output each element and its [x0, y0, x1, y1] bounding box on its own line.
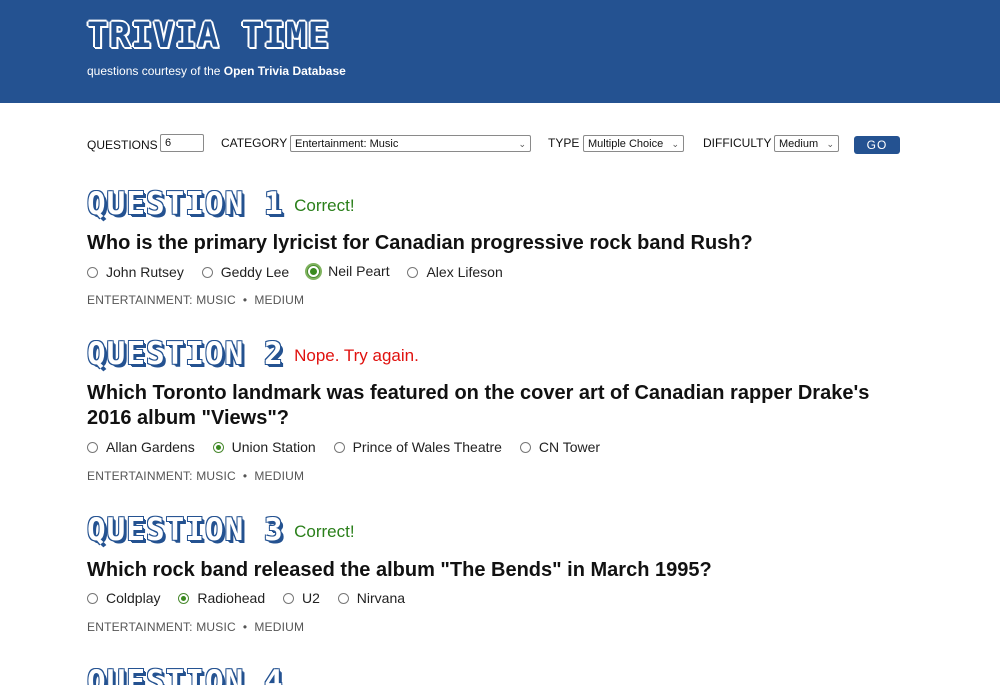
radio-button[interactable] [333, 441, 345, 453]
answer-label: Geddy Lee [220, 264, 290, 280]
answer-option[interactable]: U2 [283, 590, 320, 606]
difficulty-select-value: Medium [779, 138, 819, 150]
radio-button[interactable] [87, 266, 98, 278]
answer-label: John Rutsey [106, 264, 184, 280]
questions-count-value: 6 [165, 137, 172, 149]
filter-bar: QUESTIONS 6 CATEGORY Entertainment: Musi… [87, 134, 907, 158]
answer-label: U2 [302, 590, 320, 606]
answer-option[interactable]: Allan Gardens [87, 439, 195, 455]
answer-label: Alex Lifeson [426, 264, 503, 280]
chevron-down-icon: ⌄ [826, 139, 834, 149]
answer-option[interactable]: Radiohead [178, 590, 265, 606]
answer-label: Prince of Wales Theatre [352, 439, 502, 455]
question-header: QUESTION 3 Correct! [87, 512, 355, 550]
go-button[interactable]: GO [854, 136, 900, 154]
question-title: QUESTION 2 [87, 336, 284, 372]
type-label: TYPE [548, 136, 580, 150]
result-message: Correct! [294, 522, 355, 541]
chevron-down-icon: ⌄ [671, 139, 679, 149]
difficulty-tag: MEDIUM [254, 469, 305, 483]
radio-button[interactable] [87, 441, 98, 453]
radio-button-selected[interactable] [212, 441, 224, 453]
type-select[interactable]: Multiple Choice ⌄ [583, 135, 684, 152]
question-title: QUESTION 4 [87, 664, 284, 685]
answer-option[interactable]: Neil Peart [307, 263, 390, 279]
category-select[interactable]: Entertainment: Music ⌄ [290, 135, 531, 152]
answer-label: Neil Peart [328, 263, 390, 279]
type-select-value: Multiple Choice [588, 138, 664, 150]
tagline: questions courtesy of the Open Trivia Da… [87, 64, 346, 78]
category-tag: ENTERTAINMENT: MUSIC [87, 620, 236, 634]
answer-options: Allan Gardens Union Station Prince of Wa… [87, 439, 614, 459]
question-text: Who is the primary lyricist for Canadian… [87, 232, 753, 254]
answer-label: Union Station [231, 439, 316, 455]
answer-options: John Rutsey Geddy Lee Neil Peart Alex Li… [87, 263, 517, 283]
radio-button[interactable] [407, 266, 419, 278]
question-header: QUESTION 2 Nope. Try again. [87, 336, 419, 374]
category-tag: ENTERTAINMENT: MUSIC [87, 469, 236, 483]
answer-label: CN Tower [538, 439, 601, 455]
answer-option[interactable]: CN Tower [519, 439, 601, 455]
difficulty-tag: MEDIUM [254, 620, 305, 634]
question-header: QUESTION 1 Correct! [87, 186, 355, 224]
category-select-value: Entertainment: Music [295, 138, 399, 150]
answer-option[interactable]: John Rutsey [87, 264, 184, 280]
open-trivia-db-link[interactable]: Open Trivia Database [224, 64, 346, 78]
answer-option[interactable]: Nirvana [337, 590, 406, 606]
question-title: QUESTION 3 [87, 512, 284, 548]
difficulty-label: DIFFICULTY [703, 136, 772, 150]
question-text: Which rock band released the album "The … [87, 559, 712, 581]
radio-button[interactable] [201, 266, 213, 278]
category-label: CATEGORY [221, 136, 288, 150]
result-message: Correct! [294, 196, 355, 215]
answer-label: Nirvana [356, 590, 406, 606]
answer-label: Coldplay [106, 590, 161, 606]
tagline-prefix: questions courtesy of the [87, 64, 224, 78]
radio-button[interactable] [519, 441, 531, 453]
radio-button[interactable] [337, 592, 349, 604]
question-meta: ENTERTAINMENT: MUSIC • MEDIUM [87, 293, 304, 307]
chevron-down-icon: ⌄ [518, 139, 526, 149]
question-header: QUESTION 4 [87, 664, 284, 685]
difficulty-tag: MEDIUM [254, 293, 305, 307]
separator-dot: • [242, 469, 248, 483]
question-text: Which Toronto landmark was featured on t… [87, 382, 870, 429]
radio-button[interactable] [87, 592, 98, 604]
questions-count-input[interactable]: 6 [160, 134, 204, 152]
answer-option[interactable]: Alex Lifeson [407, 264, 503, 280]
radio-button-selected[interactable] [178, 592, 190, 604]
questions-label: QUESTIONS [87, 138, 158, 152]
answer-label: Radiohead [197, 590, 266, 606]
difficulty-select[interactable]: Medium ⌄ [774, 135, 839, 152]
site-logo[interactable]: TRIVIA TIME [87, 14, 330, 58]
radio-button[interactable] [283, 592, 294, 604]
result-message: Nope. Try again. [294, 346, 419, 365]
answer-options: Coldplay Radiohead U2 Nirvana [87, 590, 419, 610]
answer-option[interactable]: Union Station [212, 439, 316, 455]
separator-dot: • [242, 620, 248, 634]
answer-option[interactable]: Geddy Lee [201, 264, 290, 280]
answer-label: Allan Gardens [106, 439, 195, 455]
question-meta: ENTERTAINMENT: MUSIC • MEDIUM [87, 620, 304, 634]
answer-option[interactable]: Coldplay [87, 590, 160, 606]
category-tag: ENTERTAINMENT: MUSIC [87, 293, 236, 307]
answer-option[interactable]: Prince of Wales Theatre [333, 439, 502, 455]
question-card: QUESTION 4 [87, 664, 907, 685]
separator-dot: • [242, 293, 248, 307]
header-banner: TRIVIA TIME questions courtesy of the Op… [0, 0, 1000, 103]
question-meta: ENTERTAINMENT: MUSIC • MEDIUM [87, 469, 304, 483]
radio-button-selected[interactable] [307, 264, 321, 278]
question-title: QUESTION 1 [87, 186, 284, 222]
